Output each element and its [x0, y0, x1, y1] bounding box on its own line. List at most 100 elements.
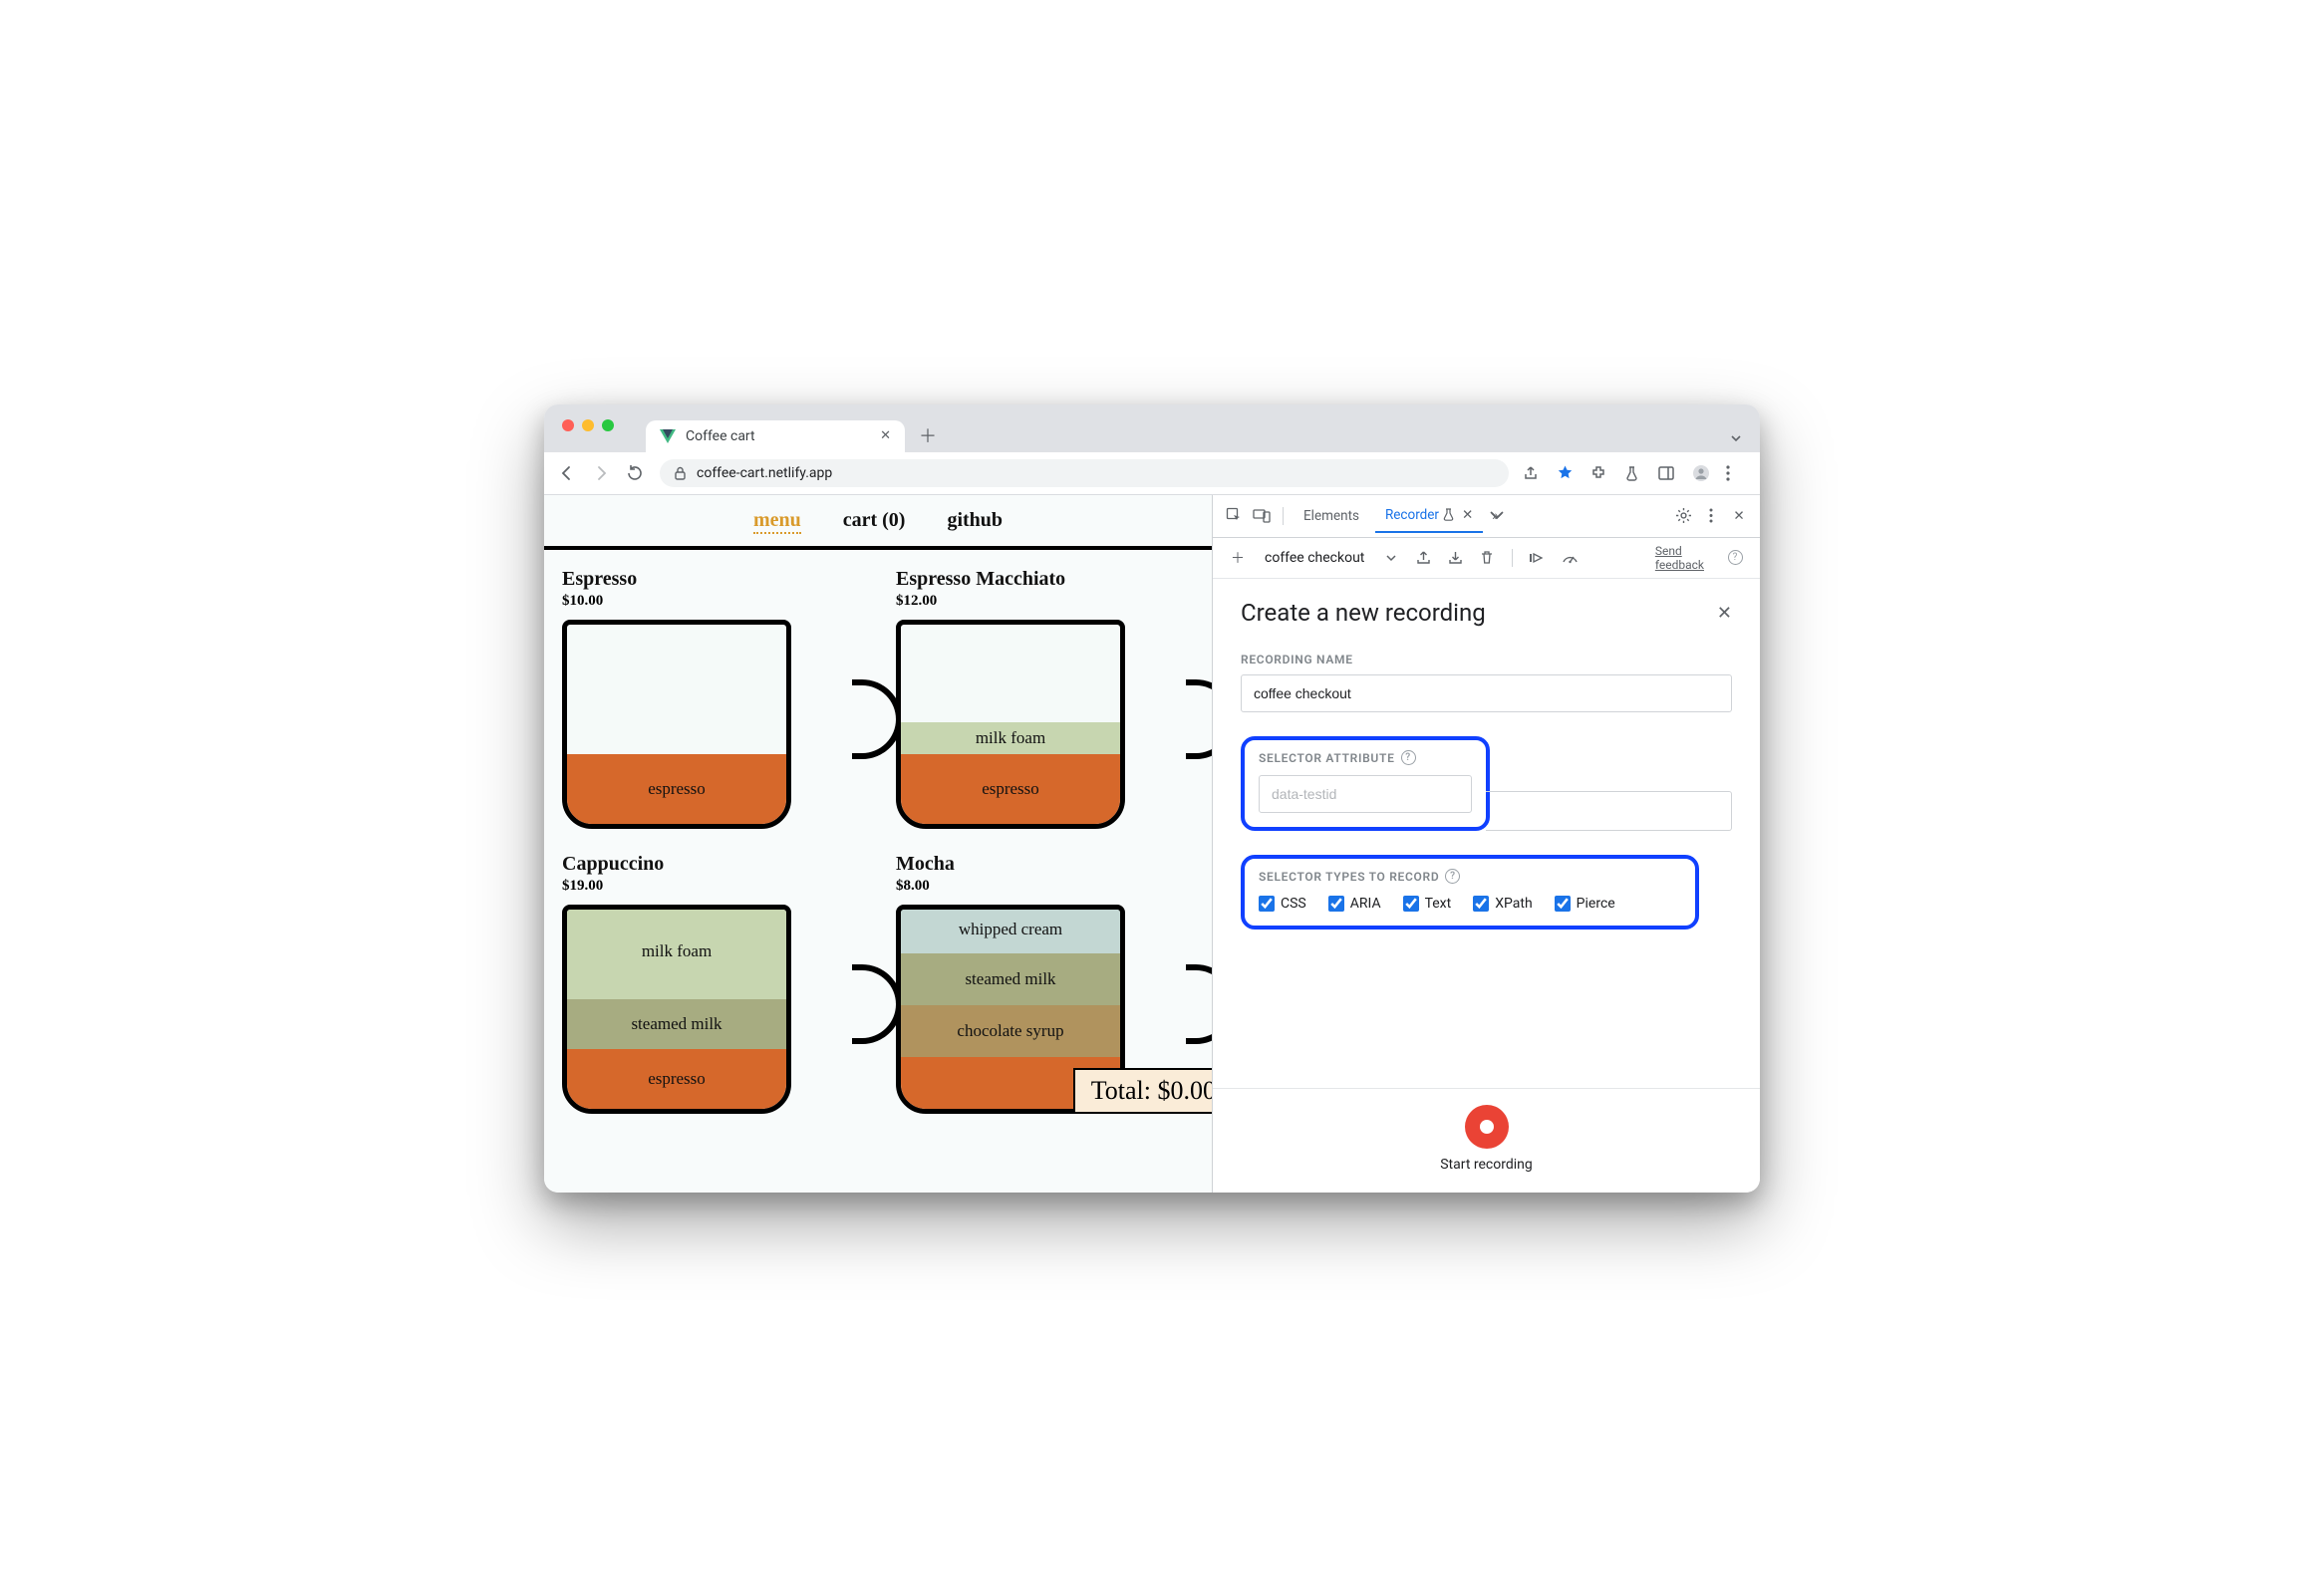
ingredient-layer: whipped cream — [901, 906, 1120, 953]
selector-attribute-input[interactable] — [1259, 775, 1472, 813]
import-icon[interactable] — [1444, 547, 1466, 569]
back-button[interactable] — [558, 464, 578, 482]
ingredient-layer: chocolate syrup — [901, 1005, 1120, 1057]
device-toggle-icon[interactable] — [1251, 505, 1273, 527]
side-panel-icon[interactable] — [1658, 466, 1678, 480]
send-feedback-link[interactable]: Send feedback — [1655, 544, 1704, 573]
selector-type-checkbox[interactable]: Text — [1403, 896, 1452, 912]
nav-link-github[interactable]: github — [947, 509, 1003, 534]
checkbox-input[interactable] — [1555, 896, 1571, 912]
bookmark-star-icon[interactable] — [1557, 464, 1577, 481]
checkbox-label: Text — [1425, 896, 1452, 912]
flask-icon — [1443, 508, 1454, 521]
product-card[interactable]: Cappuccino$19.00milk foamsteamed milkesp… — [562, 853, 860, 1114]
selector-type-checkbox[interactable]: XPath — [1473, 896, 1532, 912]
export-icon[interactable] — [1412, 547, 1434, 569]
recorder-footer: Start recording — [1213, 1088, 1760, 1193]
product-name: Mocha — [896, 853, 1194, 876]
inspect-element-icon[interactable] — [1223, 505, 1245, 527]
nav-link-menu[interactable]: menu — [753, 509, 801, 534]
product-price: $8.00 — [896, 878, 1194, 895]
devtools-panel: Elements Recorder ✕ » ✕ — [1213, 495, 1760, 1193]
tab-recorder-close-icon[interactable]: ✕ — [1462, 507, 1473, 523]
ingredient-layer: steamed milk — [567, 999, 786, 1049]
more-tabs-icon[interactable]: » — [1489, 505, 1511, 527]
checkbox-input[interactable] — [1328, 896, 1344, 912]
tab-title: Coffee cart — [686, 428, 755, 444]
kebab-menu-icon[interactable] — [1726, 465, 1746, 481]
tab-recorder-label: Recorder — [1385, 507, 1439, 523]
omnibox[interactable]: coffee-cart.netlify.app — [660, 459, 1509, 487]
devtools-kebab-icon[interactable] — [1700, 505, 1722, 527]
content-area: menu cart (0) github Espresso$10.00espre… — [544, 495, 1760, 1193]
address-bar: coffee-cart.netlify.app — [544, 452, 1760, 495]
profile-icon[interactable] — [1692, 464, 1712, 482]
tab-recorder[interactable]: Recorder ✕ — [1375, 499, 1483, 533]
checkbox-input[interactable] — [1473, 896, 1489, 912]
nav-link-cart[interactable]: cart (0) — [843, 509, 906, 534]
ingredient-layer: espresso — [901, 754, 1120, 824]
product-card[interactable]: Espresso$10.00espresso — [562, 568, 860, 829]
extensions-icon[interactable] — [1590, 465, 1610, 481]
maximize-window-button[interactable] — [602, 419, 614, 431]
minimize-window-button[interactable] — [582, 419, 594, 431]
product-name: Espresso Macchiato — [896, 568, 1194, 591]
selector-types-section: SELECTOR TYPES TO RECORD ? CSSARIATextXP… — [1241, 855, 1699, 930]
ingredient-layer: espresso — [567, 754, 786, 824]
devtools-settings-icon[interactable] — [1672, 505, 1694, 527]
product-price: $19.00 — [562, 878, 860, 895]
product-card[interactable]: Mocha$8.00whipped creamsteamed milkchoco… — [896, 853, 1194, 1114]
selector-types-help-icon[interactable]: ? — [1445, 869, 1460, 884]
window-controls — [562, 419, 614, 431]
selector-attribute-input-extension[interactable] — [1486, 791, 1732, 831]
checkbox-input[interactable] — [1259, 896, 1275, 912]
selector-type-checkbox[interactable]: CSS — [1259, 896, 1306, 912]
panel-title: Create a new recording — [1241, 599, 1486, 627]
record-dot-icon — [1480, 1120, 1494, 1134]
tab-elements[interactable]: Elements — [1294, 500, 1369, 532]
selector-attribute-label: SELECTOR ATTRIBUTE ? — [1259, 750, 1472, 765]
new-recording-icon[interactable]: ＋ — [1227, 547, 1249, 569]
tab-close-icon[interactable]: ✕ — [880, 428, 891, 443]
checkbox-label: XPath — [1495, 896, 1532, 912]
product-name: Cappuccino — [562, 853, 860, 876]
omnibox-actions — [1523, 464, 1746, 482]
recording-dropdown-icon[interactable] — [1380, 547, 1402, 569]
mug-handle — [1186, 679, 1212, 759]
checkbox-input[interactable] — [1403, 896, 1419, 912]
mug: espresso — [562, 620, 860, 829]
share-icon[interactable] — [1523, 465, 1543, 481]
performance-icon[interactable] — [1559, 547, 1581, 569]
tabs-dropdown-icon[interactable] — [1728, 430, 1744, 446]
checkbox-label: CSS — [1281, 896, 1306, 912]
browser-tab[interactable]: Coffee cart ✕ — [646, 420, 905, 452]
selector-type-checkbox[interactable]: Pierce — [1555, 896, 1615, 912]
reload-button[interactable] — [626, 464, 646, 481]
selector-type-checkbox[interactable]: ARIA — [1328, 896, 1381, 912]
site-nav: menu cart (0) github — [544, 495, 1212, 550]
product-card[interactable]: Espresso Macchiato$12.00milk foamespress… — [896, 568, 1194, 829]
close-window-button[interactable] — [562, 419, 574, 431]
recording-name-label: RECORDING NAME — [1241, 653, 1732, 666]
recording-name-input[interactable] — [1241, 674, 1732, 712]
panel-close-icon[interactable]: ✕ — [1717, 603, 1732, 624]
vue-favicon-icon — [660, 429, 676, 443]
devtools-tabstrip: Elements Recorder ✕ » ✕ — [1213, 495, 1760, 538]
devtools-close-icon[interactable]: ✕ — [1728, 505, 1750, 527]
help-icon[interactable]: ? — [1724, 547, 1746, 569]
start-recording-button[interactable] — [1465, 1105, 1509, 1149]
product-price: $12.00 — [896, 593, 1194, 610]
titlebar: Coffee cart ✕ ＋ — [544, 404, 1760, 452]
new-tab-button[interactable]: ＋ — [913, 420, 943, 450]
labs-icon[interactable] — [1624, 465, 1644, 481]
forward-button[interactable] — [592, 464, 612, 482]
selector-attribute-help-icon[interactable]: ? — [1401, 750, 1416, 765]
selector-attribute-section: SELECTOR ATTRIBUTE ? — [1241, 736, 1490, 831]
delete-icon[interactable] — [1476, 547, 1498, 569]
recorder-body: Create a new recording ✕ RECORDING NAME … — [1213, 579, 1760, 1087]
cart-total-badge[interactable]: Total: $0.00 — [1073, 1068, 1212, 1114]
recording-name-toolbar: coffee checkout — [1265, 550, 1364, 566]
product-name: Espresso — [562, 568, 860, 591]
replay-icon[interactable] — [1527, 547, 1549, 569]
checkbox-label: ARIA — [1350, 896, 1381, 912]
